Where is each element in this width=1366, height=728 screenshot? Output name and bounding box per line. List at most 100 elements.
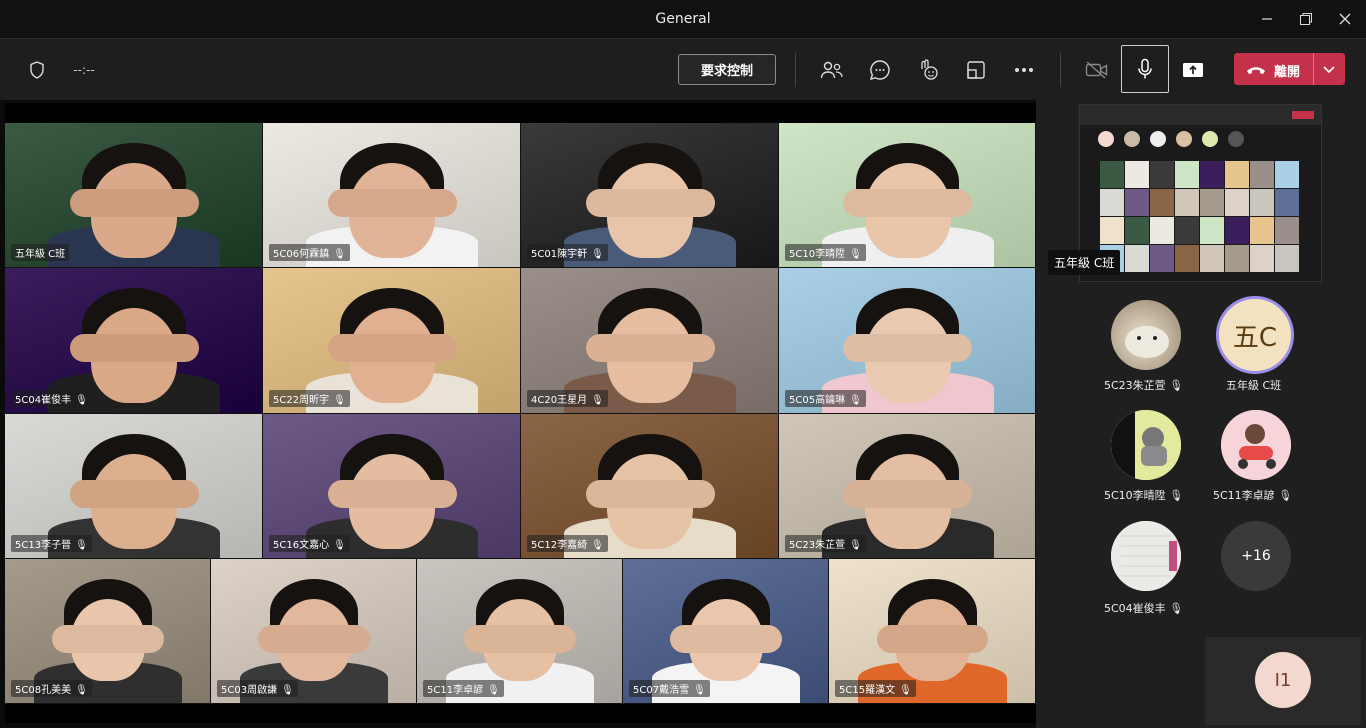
microphone-icon	[1138, 58, 1152, 79]
video-tile[interactable]: 5C22周昕宇 🎙	[263, 268, 521, 414]
avatar-initials: 五C	[1232, 322, 1278, 353]
video-tile[interactable]: 5C05高鑰琳 🎙	[779, 268, 1036, 414]
people-button[interactable]	[814, 52, 850, 88]
breakout-rooms-icon	[967, 61, 985, 79]
video-tile[interactable]: 五年級 C班	[5, 123, 263, 268]
mic-muted-icon: 🎙	[591, 395, 604, 406]
reactions-button[interactable]	[910, 52, 946, 88]
participant-hands	[258, 625, 370, 653]
preview-tile	[1225, 189, 1249, 216]
participant-name-label: 5C03周啟謙 🎙	[217, 680, 298, 697]
phone-hangup-icon	[1246, 64, 1266, 79]
video-tile[interactable]: 5C15羅漢文 🎙	[829, 559, 1036, 704]
share-screen-icon	[1183, 63, 1203, 77]
scooter-sticker	[1221, 410, 1291, 480]
mic-muted-icon: 🎙	[1278, 489, 1293, 502]
leave-button[interactable]: 離開	[1234, 53, 1345, 85]
share-button[interactable]	[1175, 52, 1211, 88]
video-tile[interactable]: 5C13李子晉 🎙	[5, 414, 263, 559]
roster-avatar-2[interactable]: 五C	[1216, 296, 1294, 374]
preview-avatar	[1202, 131, 1218, 147]
meeting-toolbar: --:-- 要求控制 離開	[0, 38, 1366, 100]
participant-name-label: 5C08孔美美 🎙	[11, 680, 92, 697]
video-tile[interactable]: 5C03周啟謙 🎙	[211, 559, 417, 704]
close-button[interactable]	[1322, 0, 1366, 38]
roster-avatar-1[interactable]	[1111, 300, 1181, 370]
mic-muted-icon: 🎙	[591, 249, 604, 260]
preview-tile	[1275, 217, 1299, 244]
video-tile[interactable]: 5C04崔俊丰 🎙	[5, 268, 263, 414]
preview-tile	[1150, 217, 1174, 244]
participant-hands	[52, 625, 164, 653]
video-tile[interactable]: 5C06何霖鎮 🎙	[263, 123, 521, 268]
preview-tile	[1125, 189, 1149, 216]
video-tile[interactable]: 5C01陳宇軒 🎙	[521, 123, 779, 268]
video-tile[interactable]: 4C20王星月 🎙	[521, 268, 779, 414]
chat-button[interactable]	[862, 52, 898, 88]
roster-avatar-5[interactable]	[1111, 521, 1181, 591]
preview-tile	[1125, 217, 1149, 244]
security-shield[interactable]	[26, 52, 48, 88]
video-tile[interactable]: 5C23朱芷萱 🎙	[779, 414, 1036, 559]
participant-hands	[585, 189, 715, 217]
more-icon	[1015, 68, 1033, 72]
cartoon-photo	[1111, 410, 1181, 480]
preview-avatar	[1228, 131, 1244, 147]
preview-tile	[1275, 161, 1299, 188]
video-tile[interactable]: 5C16文嘉心 🎙	[263, 414, 521, 559]
preview-tile	[1250, 245, 1274, 272]
roster-name-4: 5C11李卓諺 🎙	[1213, 489, 1293, 502]
meeting-timer: --:--	[73, 63, 95, 77]
preview-tile	[1100, 189, 1124, 216]
camera-button[interactable]	[1079, 52, 1115, 88]
preview-tile	[1175, 161, 1199, 188]
preview-tile	[1150, 245, 1174, 272]
participant-hands	[585, 480, 715, 508]
shared-screen: 五年級 C班 5C06何霖鎮 🎙 5C01陳宇軒 🎙 5C10李晴陞 🎙 5C04崔俊丰 🎙 5C…	[5, 103, 1036, 723]
preview-tile	[1275, 189, 1299, 216]
preview-tile	[1150, 161, 1174, 188]
mic-muted-icon: 🎙	[1169, 379, 1184, 392]
participant-hands	[585, 334, 715, 362]
participant-name-label: 5C07戴浩雪 🎙	[629, 680, 710, 697]
leave-label: 離開	[1274, 65, 1301, 80]
video-tile[interactable]: 5C08孔美美 🎙	[5, 559, 211, 704]
video-tile[interactable]: 5C07戴浩雪 🎙	[623, 559, 829, 704]
roster-avatar-4[interactable]	[1221, 410, 1291, 480]
preview-tile	[1200, 217, 1224, 244]
leave-options-chevron-icon[interactable]	[1322, 63, 1336, 78]
participant-hands	[327, 480, 457, 508]
participant-name-label: 5C15羅漢文 🎙	[835, 680, 916, 697]
preview-tile	[1175, 217, 1199, 244]
participant-hands	[843, 189, 972, 217]
preview-tile	[1175, 189, 1199, 216]
mic-muted-icon: 🎙	[333, 540, 346, 551]
participant-name-label: 5C22周昕宇 🎙	[269, 390, 350, 407]
request-control-button[interactable]: 要求控制	[678, 54, 776, 85]
preview-avatar	[1176, 131, 1192, 147]
mic-muted-icon: 🎙	[899, 685, 912, 696]
mic-muted-icon: 🎙	[1169, 489, 1184, 502]
video-tile[interactable]: 5C11李卓諺 🎙	[417, 559, 623, 704]
participant-name-label: 5C04崔俊丰 🎙	[11, 390, 92, 407]
window-title: General	[655, 11, 711, 27]
participant-hands	[843, 334, 972, 362]
participant-name-label: 五年級 C班	[11, 244, 70, 261]
tooltip: 五年級 C班	[1048, 250, 1121, 275]
participant-name-label: 5C06何霖鎮 🎙	[269, 244, 350, 261]
roster-avatar-3[interactable]	[1111, 410, 1181, 480]
participant-hands	[876, 625, 989, 653]
participant-name-label: 5C16文嘉心 🎙	[269, 535, 350, 552]
participant-name-label: 5C11李卓諺 🎙	[423, 680, 504, 697]
more-actions-button[interactable]	[1006, 52, 1042, 88]
video-tile[interactable]: 5C12李嘉綺 🎙	[521, 414, 779, 559]
more-participants-button[interactable]: +16	[1221, 521, 1291, 591]
video-tile[interactable]: 5C10李晴陞 🎙	[779, 123, 1036, 268]
preview-tile	[1225, 217, 1249, 244]
mic-muted-icon: 🎙	[75, 395, 88, 406]
minimize-icon	[1262, 18, 1272, 20]
participant-name-label: 4C20王星月 🎙	[527, 390, 608, 407]
rooms-button[interactable]	[958, 52, 994, 88]
preview-tile	[1200, 245, 1224, 272]
microphone-button[interactable]	[1121, 45, 1169, 93]
